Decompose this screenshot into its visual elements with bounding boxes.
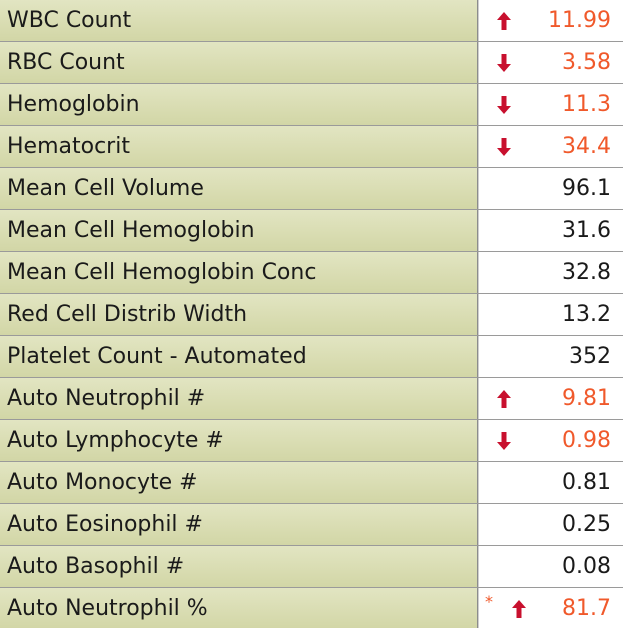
test-name-cell: Hemoglobin [0,84,478,125]
result-value: 0.98 [562,428,611,453]
result-row[interactable]: Hematocrit 34.4 [0,125,623,167]
result-value: 352 [569,344,611,369]
result-row[interactable]: RBC Count 3.58 [0,41,623,83]
result-row[interactable]: Hemoglobin 11.3 [0,83,623,125]
result-value: 3.58 [562,50,611,75]
down-arrow-icon [497,431,511,450]
result-row[interactable]: Auto Basophil # 0.08 [0,545,623,587]
up-arrow-icon [497,11,511,30]
result-value: 11.99 [548,8,611,33]
test-name-cell: Auto Neutrophil # [0,378,478,419]
result-value-cell[interactable]: 31.6 [478,210,623,251]
result-value-cell[interactable]: 11.99 [478,0,623,41]
result-value: 31.6 [562,218,611,243]
result-value-cell[interactable]: 13.2 [478,294,623,335]
result-value-cell[interactable]: 3.58 [478,42,623,83]
result-row[interactable]: Auto Monocyte # 0.81 [0,461,623,503]
lab-results-grid: WBC Count 11.99 RBC Count 3.58 Hemoglobin 11.… [0,0,623,628]
result-value: 34.4 [562,134,611,159]
result-value-cell[interactable]: * 81.7 [478,588,623,628]
test-name-cell: RBC Count [0,42,478,83]
result-value-cell[interactable]: 0.08 [478,546,623,587]
up-arrow-icon [497,389,511,408]
test-name-cell: Mean Cell Hemoglobin Conc [0,252,478,293]
result-row[interactable]: Platelet Count - Automated 352 [0,335,623,377]
test-name-cell: Auto Basophil # [0,546,478,587]
test-name-cell: Auto Lymphocyte # [0,420,478,461]
result-value-cell[interactable]: 96.1 [478,168,623,209]
test-name-cell: Mean Cell Volume [0,168,478,209]
result-value-cell[interactable]: 32.8 [478,252,623,293]
test-name-cell: Hematocrit [0,126,478,167]
result-value: 0.25 [562,512,611,537]
test-name-cell: Auto Monocyte # [0,462,478,503]
down-arrow-icon [497,53,511,72]
test-name-cell: Red Cell Distrib Width [0,294,478,335]
test-name-cell: Auto Eosinophil # [0,504,478,545]
test-name-cell: Mean Cell Hemoglobin [0,210,478,251]
result-value-cell[interactable]: 9.81 [478,378,623,419]
result-row[interactable]: Auto Neutrophil % * 81.7 [0,587,623,628]
test-name-cell: WBC Count [0,0,478,41]
result-row[interactable]: Mean Cell Hemoglobin Conc 32.8 [0,251,623,293]
result-row[interactable]: Mean Cell Volume 96.1 [0,167,623,209]
result-value-cell[interactable]: 0.81 [478,462,623,503]
result-value: 0.81 [562,470,611,495]
result-value-cell[interactable]: 352 [478,336,623,377]
result-value: 0.08 [562,554,611,579]
result-value: 96.1 [562,176,611,201]
result-value: 32.8 [562,260,611,285]
result-value-cell[interactable]: 0.98 [478,420,623,461]
result-value-cell[interactable]: 11.3 [478,84,623,125]
result-row[interactable]: Auto Lymphocyte # 0.98 [0,419,623,461]
down-arrow-icon [497,137,511,156]
test-name-cell: Platelet Count - Automated [0,336,478,377]
result-row[interactable]: WBC Count 11.99 [0,0,623,41]
comment-marker: * [485,592,493,611]
result-row[interactable]: Auto Eosinophil # 0.25 [0,503,623,545]
result-value-cell[interactable]: 0.25 [478,504,623,545]
result-row[interactable]: Red Cell Distrib Width 13.2 [0,293,623,335]
result-row[interactable]: Auto Neutrophil # 9.81 [0,377,623,419]
result-value: 81.7 [562,596,611,621]
result-row[interactable]: Mean Cell Hemoglobin 31.6 [0,209,623,251]
result-value-cell[interactable]: 34.4 [478,126,623,167]
up-arrow-icon [512,599,526,618]
result-value: 13.2 [562,302,611,327]
result-value: 9.81 [562,386,611,411]
result-value: 11.3 [562,92,611,117]
down-arrow-icon [497,95,511,114]
test-name-cell: Auto Neutrophil % [0,588,478,628]
